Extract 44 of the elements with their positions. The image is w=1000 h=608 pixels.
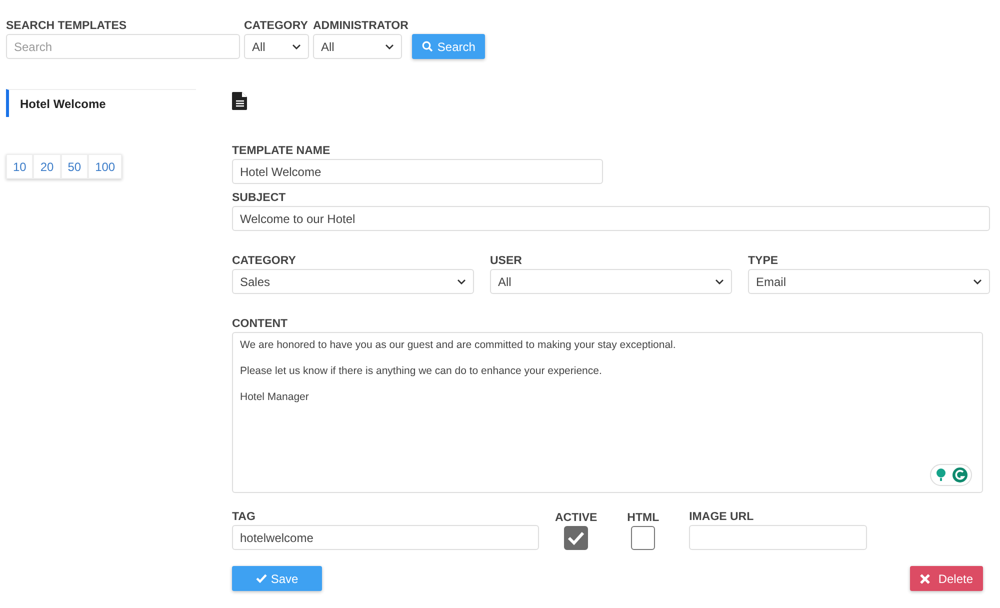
close-icon	[920, 574, 930, 584]
check-icon	[256, 574, 267, 583]
field-label: TAG	[232, 511, 256, 524]
content-paragraph: We are honored to have you as our guest and are committed to making your stay exceptional.	[240, 338, 677, 352]
chevron-down-icon	[385, 44, 394, 50]
content-paragraph: Hotel Manager	[240, 390, 310, 404]
field-label: USER	[490, 255, 523, 268]
chevron-down-icon	[292, 44, 301, 50]
html-checkbox[interactable]	[631, 526, 656, 550]
template-list-item[interactable]: Hotel Welcome	[6, 89, 196, 117]
category-select[interactable]: All	[244, 34, 309, 59]
field-label: ADMINISTRATOR	[313, 20, 408, 33]
dropdown-select[interactable]: All	[490, 269, 732, 294]
active-checkbox[interactable]	[564, 526, 588, 550]
delete-button[interactable]: Delete	[910, 566, 983, 591]
page-size-link[interactable]: 10	[6, 154, 34, 179]
field-label: CONTENT	[232, 318, 289, 331]
page-size-link[interactable]: 100	[88, 154, 122, 179]
editor-assistant-icons	[930, 464, 972, 486]
document-icon	[232, 92, 248, 110]
chevron-down-icon	[457, 278, 466, 284]
field-label: TYPE	[748, 255, 780, 268]
field-label: HTML	[627, 512, 660, 525]
field-label: CATEGORY	[244, 20, 309, 33]
tag-field[interactable]: hotelwelcome	[232, 525, 539, 550]
subject-field[interactable]: Welcome to our Hotel	[232, 206, 990, 231]
page-size-link[interactable]: 50	[60, 154, 88, 179]
field-label: TEMPLATE NAME	[232, 145, 332, 158]
image-url-field[interactable]	[689, 525, 868, 550]
field-label: SUBJECT	[232, 192, 287, 205]
administrator-select[interactable]: All	[313, 34, 402, 59]
field-label: ACTIVE	[555, 512, 598, 525]
dropdown-select[interactable]: Email	[748, 269, 990, 294]
chevron-down-icon	[715, 278, 724, 284]
dropdown-select[interactable]: Sales	[232, 269, 474, 294]
field-label: IMAGE URL	[689, 511, 755, 524]
field-label: CATEGORY	[232, 255, 297, 268]
field-label: SEARCH TEMPLATES	[6, 20, 128, 33]
chevron-down-icon	[973, 278, 982, 284]
template-name-field[interactable]: Hotel Welcome	[232, 159, 603, 184]
content-paragraph: Please let us know if there is anything we can do to enhance your experience.	[240, 364, 603, 378]
search-icon	[422, 41, 434, 52]
content-field[interactable]: We are honored to have you as our guest and are committed to making your stay exceptional. Please let us know if there is anything we can do to enhance your experience. Hotel Manager	[232, 332, 983, 493]
page-size-link[interactable]: 20	[33, 154, 61, 179]
